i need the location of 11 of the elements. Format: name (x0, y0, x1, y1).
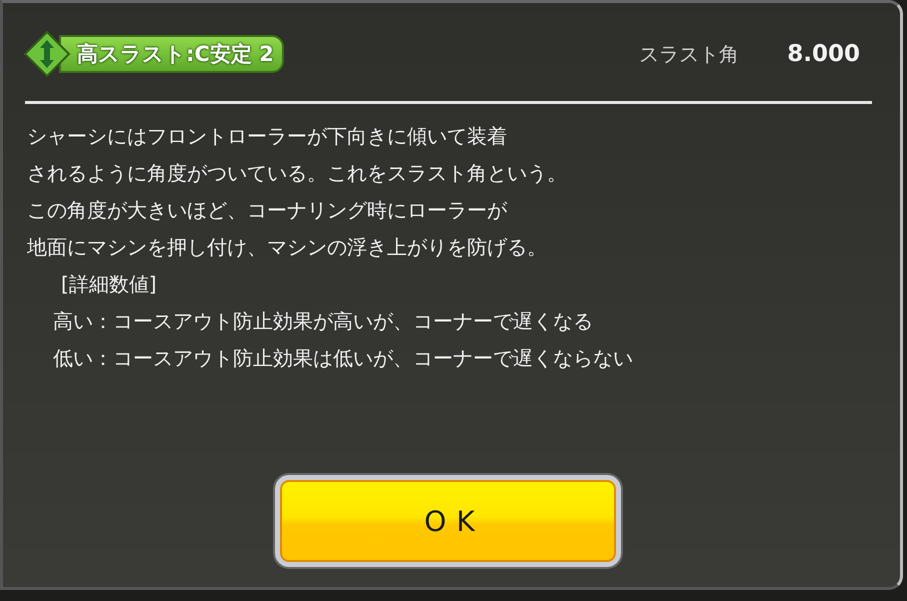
description-text: シャーシにはフロントローラーが下向きに傾いて装着 (26, 123, 508, 150)
skill-badge: 高スラスト:C安定 2 (59, 35, 284, 73)
description-text: 高い：コースアウト防止効果が高いが、コーナーで遅くなる (52, 308, 594, 335)
description-text: 地面にマシンを押し付け、マシンの浮き上がりを防げる。 (26, 234, 548, 261)
description-text: されるように角度がついている。これをスラスト角という。 (26, 160, 568, 187)
ok-button[interactable]: OK (274, 475, 620, 567)
stat-label: スラスト角 (639, 40, 740, 68)
stat-value: 8.000 (787, 41, 860, 67)
description-text: 低い：コースアウト防止効果は低いが、コーナーで遅くならない (52, 345, 634, 372)
description-text: この角度が大きいほど、コーナリング時にローラーが (26, 197, 508, 224)
description-text: [詳細数値] (60, 271, 158, 298)
